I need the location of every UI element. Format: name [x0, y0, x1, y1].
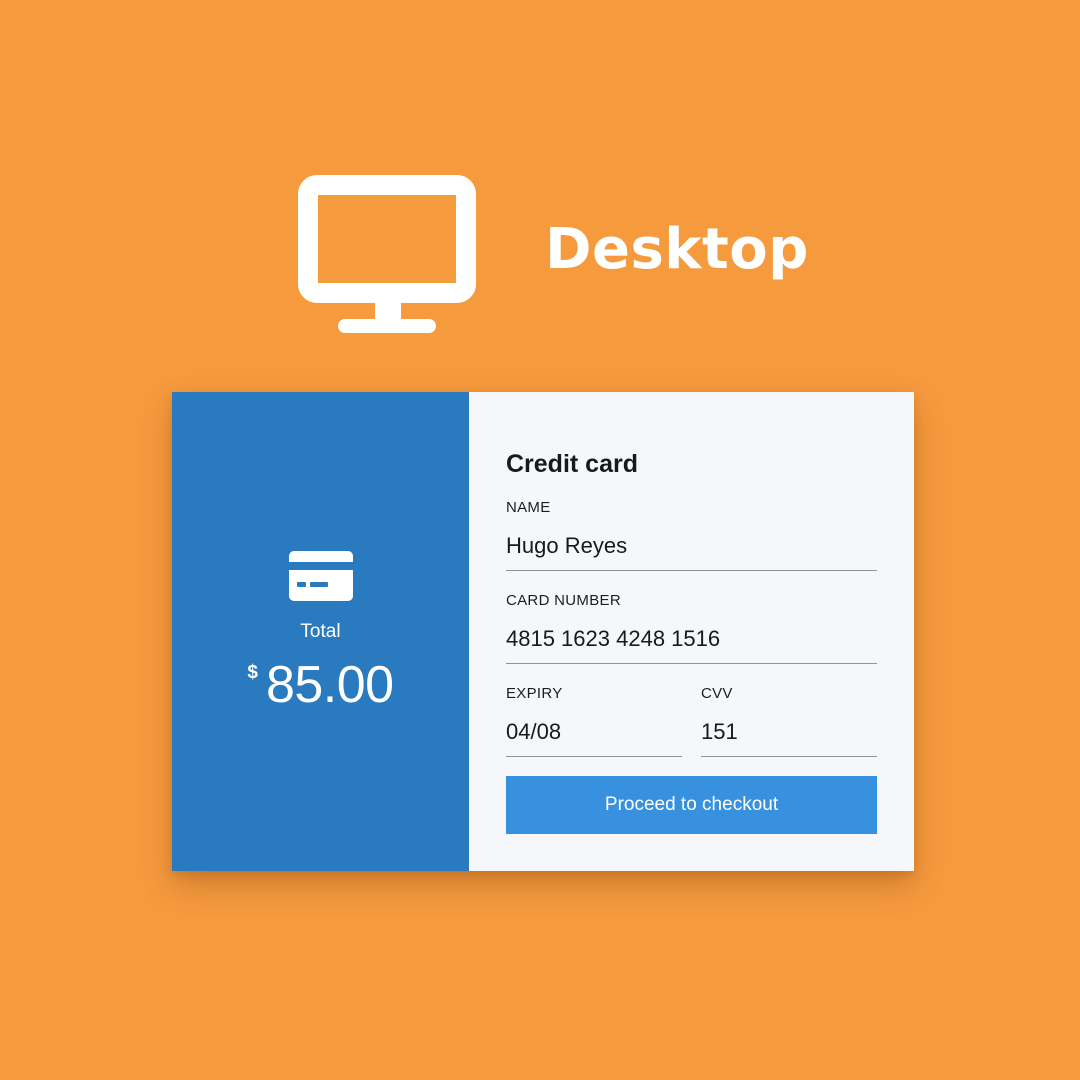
credit-card-form: Credit card NAME Hugo Reyes CARD NUMBER …	[469, 392, 914, 871]
cvv-underline	[701, 756, 877, 757]
page-title: Desktop	[545, 217, 809, 282]
card-number-label: CARD NUMBER	[506, 592, 621, 609]
card-number-underline	[506, 663, 877, 664]
total-label: Total	[300, 621, 341, 642]
monitor-icon	[298, 175, 476, 333]
expiry-input[interactable]: 04/08	[506, 718, 561, 746]
card-number-input[interactable]: 4815 1623 4248 1516	[506, 625, 720, 653]
amount-value: 85.00	[265, 656, 394, 714]
header: Desktop	[0, 0, 1080, 340]
order-summary-panel: Total $85.00	[172, 392, 469, 871]
checkout-card: Total $85.00 Credit card NAME Hugo Reyes…	[172, 392, 914, 871]
expiry-field[interactable]: EXPIRY 04/08	[506, 685, 682, 757]
cvv-field[interactable]: CVV 151	[701, 685, 877, 757]
expiry-label: EXPIRY	[506, 685, 563, 702]
card-number-field[interactable]: CARD NUMBER 4815 1623 4248 1516	[506, 592, 877, 664]
proceed-to-checkout-button[interactable]: Proceed to checkout	[506, 776, 877, 834]
form-title: Credit card	[506, 450, 638, 478]
expiry-underline	[506, 756, 682, 757]
name-field[interactable]: NAME Hugo Reyes	[506, 499, 877, 571]
name-label: NAME	[506, 499, 551, 516]
total-amount: $85.00	[172, 656, 469, 714]
currency-symbol: $	[247, 662, 258, 683]
name-underline	[506, 570, 877, 571]
cvv-label: CVV	[701, 685, 733, 702]
cvv-input[interactable]: 151	[701, 718, 738, 746]
credit-card-icon	[289, 551, 353, 601]
name-input[interactable]: Hugo Reyes	[506, 532, 627, 560]
